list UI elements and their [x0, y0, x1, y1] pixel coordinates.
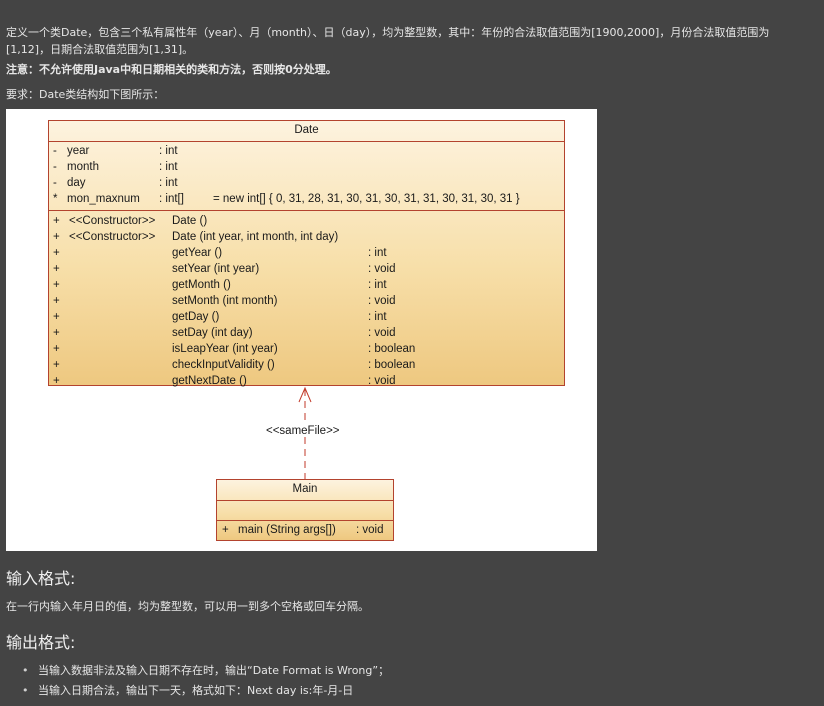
uml-class-diagram: Date - year : int - month : int - day : … [6, 109, 597, 551]
dependency-label: <<sameFile>> [265, 425, 341, 437]
divider [217, 520, 393, 521]
problem-intro: 定义一个类Date，包含三个私有属性年（year）、月（month）、日（day… [6, 26, 770, 56]
main-class-title: Main [292, 483, 318, 495]
input-format-heading: 输入格式: [6, 569, 76, 588]
output-format-heading: 输出格式: [6, 633, 76, 652]
divider [217, 500, 393, 501]
visibility-marker: + [222, 524, 229, 536]
problem-note: 注意：不允许使用Java中和日期相关的类和方法，否则按0分处理。 [6, 63, 337, 76]
method-return: : void [356, 524, 384, 536]
main-class-box: Main + main (String args[]) : void [216, 479, 394, 541]
output-format-list: 当输入数据非法及输入日期不存在时，输出“Date Format is Wrong… [22, 661, 389, 701]
list-item: 当输入日期合法，输出下一天，格式如下：Next day is:年-月-日 [22, 681, 389, 701]
problem-requirement: 要求：Date类结构如下图所示： [6, 88, 165, 101]
input-format-text: 在一行内输入年月日的值，均为整型数，可以用一到多个空格或回车分隔。 [6, 600, 369, 613]
method-signature: main (String args[]) [238, 524, 336, 536]
list-item: 当输入数据非法及输入日期不存在时，输出“Date Format is Wrong… [22, 661, 389, 681]
